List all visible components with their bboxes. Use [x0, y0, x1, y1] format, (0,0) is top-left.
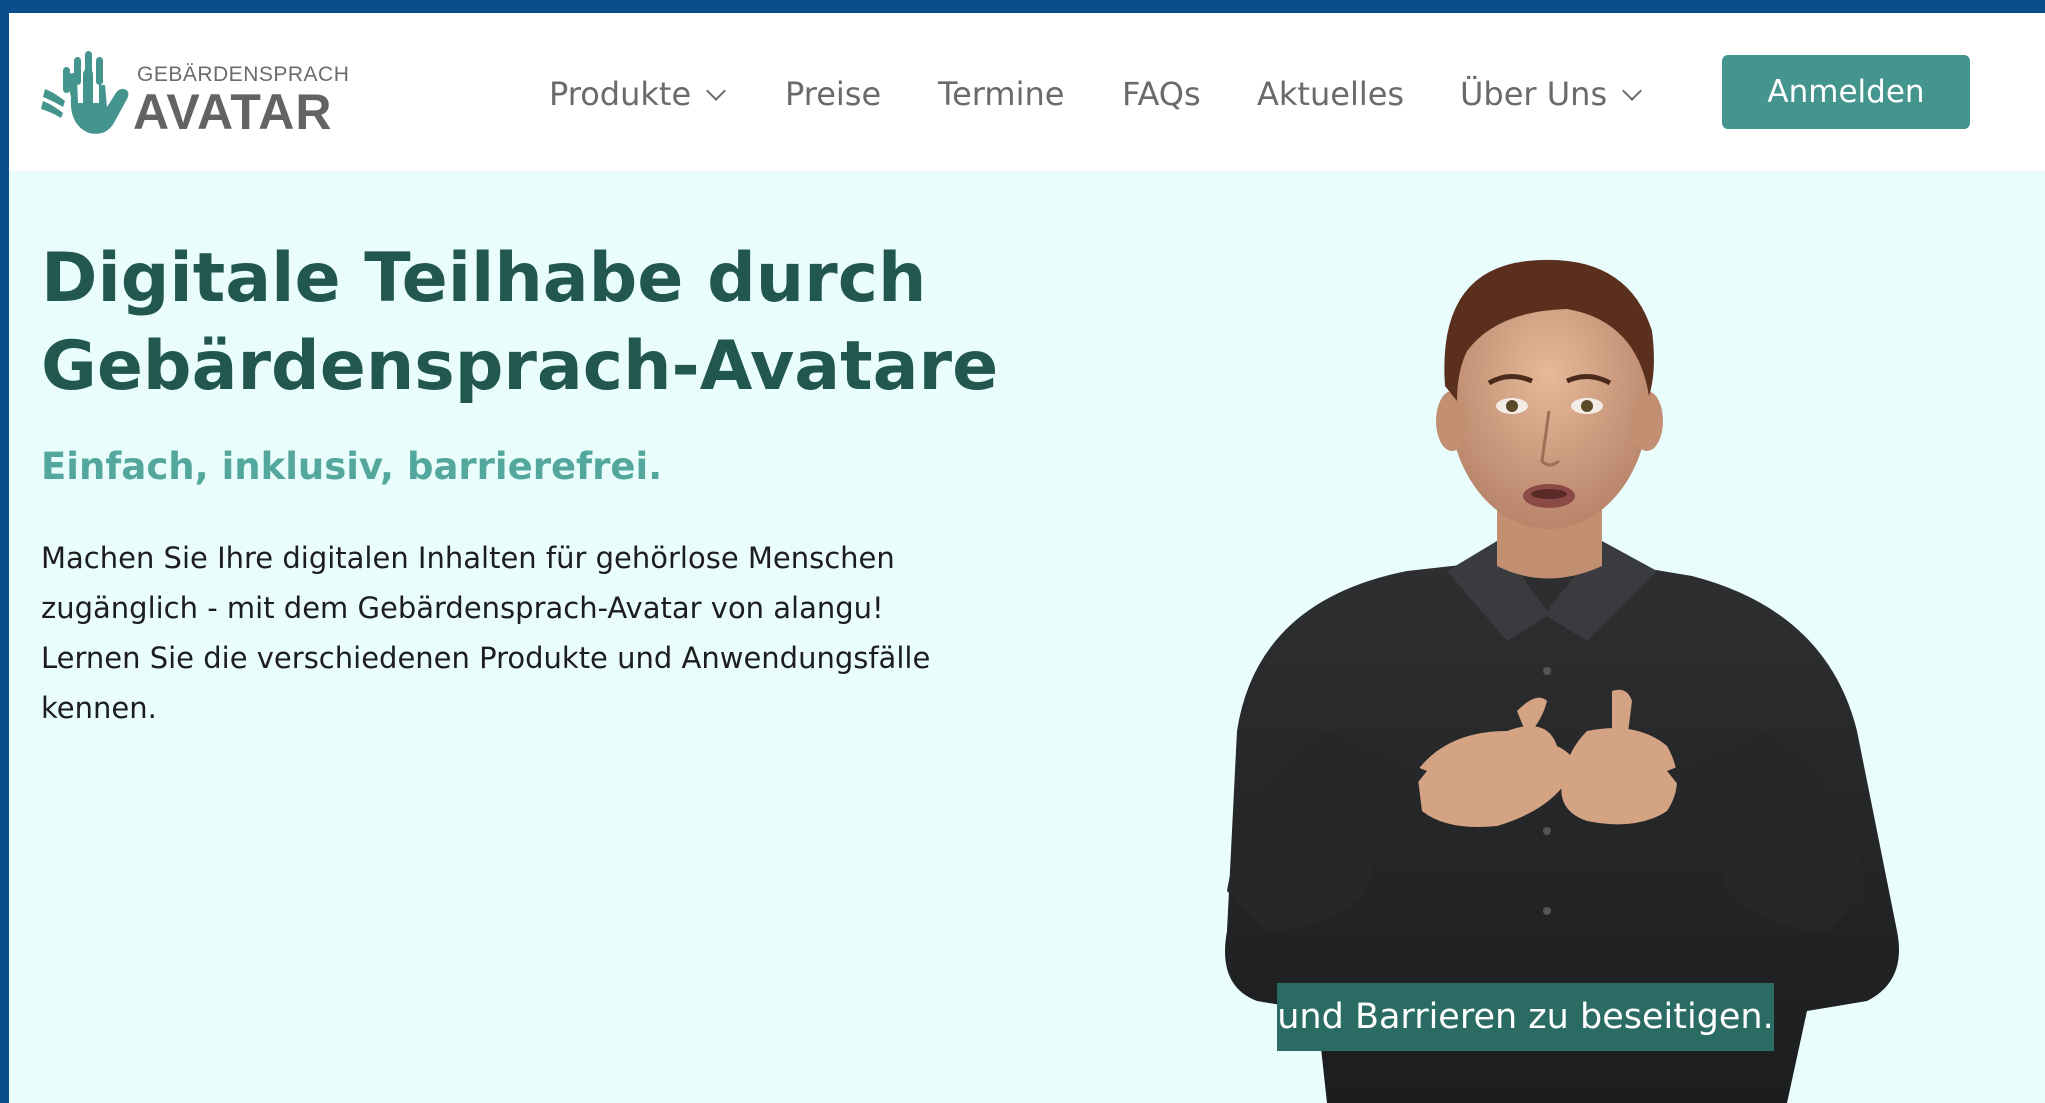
nav-item-produkte[interactable]: Produkte — [549, 75, 727, 113]
hero-title-line: Gebärdensprach-Avatare — [41, 327, 999, 406]
avatar-video[interactable] — [1027, 171, 2045, 1103]
hero-description-line: kennen. — [41, 691, 157, 725]
page: GEBÄRDENSPRACH AVATAR Produkte Preise Te… — [9, 13, 2045, 1103]
logo-big-text: AVATAR — [133, 84, 333, 140]
nav-item-label: Preise — [785, 75, 882, 113]
nav-item-termine[interactable]: Termine — [938, 75, 1064, 113]
nav-item-label: Über Uns — [1460, 75, 1608, 113]
hero-description-line: Machen Sie Ihre digitalen Inhalten für g… — [41, 541, 895, 575]
hero-subtitle: Einfach, inklusiv, barrierefrei. — [41, 445, 663, 488]
browser-frame-top — [0, 0, 2045, 13]
browser-frame-left — [0, 0, 9, 1103]
nav-item-label: Aktuelles — [1257, 75, 1405, 113]
site-logo[interactable]: GEBÄRDENSPRACH AVATAR — [41, 45, 349, 145]
signing-avatar-figure — [1225, 259, 1899, 1103]
hero-description: Machen Sie Ihre digitalen Inhalten für g… — [41, 533, 1041, 733]
nav-item-faqs[interactable]: FAQs — [1122, 75, 1201, 113]
chevron-down-icon — [1622, 81, 1643, 101]
hero-description-line: zugänglich - mit dem Gebärdensprach-Avat… — [41, 591, 884, 625]
nav-item-preise[interactable]: Preise — [785, 75, 881, 113]
hero-description-line: Lernen Sie die verschiedenen Produkte un… — [41, 641, 931, 675]
nav-item-label: Termine — [938, 75, 1065, 113]
hand-logo-icon — [41, 51, 129, 134]
nav-item-ueber-uns[interactable]: Über Uns — [1460, 75, 1643, 113]
login-button[interactable]: Anmelden — [1722, 55, 1970, 129]
hero-title: Digitale Teilhabe durch Gebärdensprach-A… — [41, 235, 1041, 411]
video-caption: und Barrieren zu beseitigen. — [1277, 983, 1774, 1051]
nav-item-label: FAQs — [1122, 75, 1201, 113]
chevron-down-icon — [706, 81, 727, 101]
nav-item-label: Produkte — [549, 75, 692, 113]
site-header: GEBÄRDENSPRACH AVATAR Produkte Preise Te… — [9, 13, 2045, 171]
nav-item-aktuelles[interactable]: Aktuelles — [1257, 75, 1404, 113]
hero-title-line: Digitale Teilhabe durch — [41, 239, 927, 318]
